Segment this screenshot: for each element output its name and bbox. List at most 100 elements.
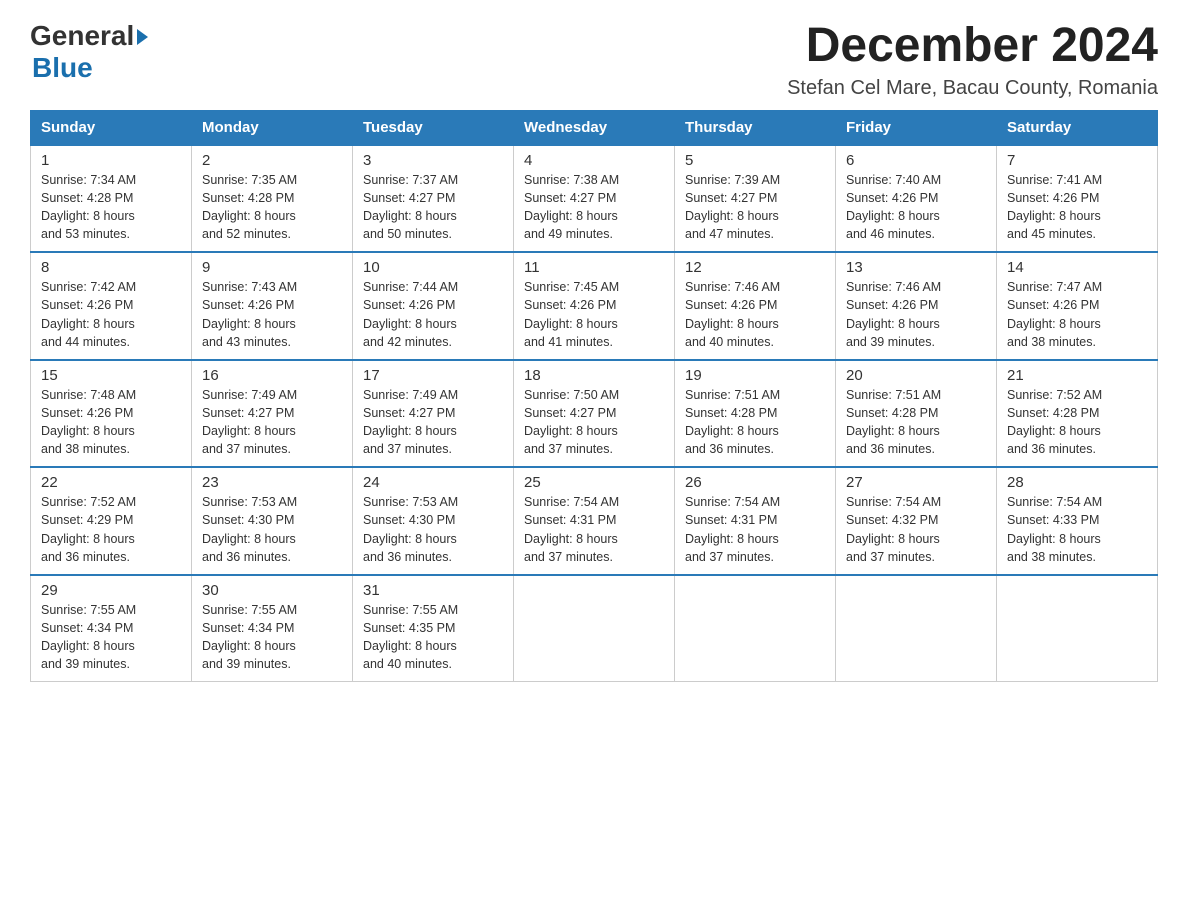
logo-blue-text: Blue bbox=[32, 52, 93, 83]
day-number: 31 bbox=[363, 582, 503, 599]
month-title: December 2024 bbox=[787, 20, 1158, 73]
day-number: 7 bbox=[1007, 152, 1147, 169]
day-number: 8 bbox=[41, 259, 181, 276]
calendar-cell: 3 Sunrise: 7:37 AMSunset: 4:27 PMDayligh… bbox=[353, 145, 514, 253]
logo-general-text: General bbox=[30, 20, 134, 52]
day-info: Sunrise: 7:38 AMSunset: 4:27 PMDaylight:… bbox=[524, 173, 619, 241]
calendar-cell: 8 Sunrise: 7:42 AMSunset: 4:26 PMDayligh… bbox=[31, 252, 192, 360]
day-info: Sunrise: 7:48 AMSunset: 4:26 PMDaylight:… bbox=[41, 388, 136, 456]
day-number: 17 bbox=[363, 367, 503, 384]
day-number: 26 bbox=[685, 474, 825, 491]
calendar-cell: 13 Sunrise: 7:46 AMSunset: 4:26 PMDaylig… bbox=[836, 252, 997, 360]
day-number: 21 bbox=[1007, 367, 1147, 384]
calendar-cell: 31 Sunrise: 7:55 AMSunset: 4:35 PMDaylig… bbox=[353, 575, 514, 682]
calendar-cell: 28 Sunrise: 7:54 AMSunset: 4:33 PMDaylig… bbox=[997, 467, 1158, 575]
day-info: Sunrise: 7:44 AMSunset: 4:26 PMDaylight:… bbox=[363, 280, 458, 348]
calendar-cell: 7 Sunrise: 7:41 AMSunset: 4:26 PMDayligh… bbox=[997, 145, 1158, 253]
calendar-cell: 22 Sunrise: 7:52 AMSunset: 4:29 PMDaylig… bbox=[31, 467, 192, 575]
day-info: Sunrise: 7:51 AMSunset: 4:28 PMDaylight:… bbox=[685, 388, 780, 456]
calendar-cell: 6 Sunrise: 7:40 AMSunset: 4:26 PMDayligh… bbox=[836, 145, 997, 253]
calendar-cell: 18 Sunrise: 7:50 AMSunset: 4:27 PMDaylig… bbox=[514, 360, 675, 468]
day-number: 18 bbox=[524, 367, 664, 384]
page-header: General Blue December 2024 Stefan Cel Ma… bbox=[30, 20, 1158, 100]
day-info: Sunrise: 7:54 AMSunset: 4:31 PMDaylight:… bbox=[524, 495, 619, 563]
day-number: 16 bbox=[202, 367, 342, 384]
day-info: Sunrise: 7:45 AMSunset: 4:26 PMDaylight:… bbox=[524, 280, 619, 348]
calendar-header-thursday: Thursday bbox=[675, 110, 836, 145]
calendar-week-2: 8 Sunrise: 7:42 AMSunset: 4:26 PMDayligh… bbox=[31, 252, 1158, 360]
day-number: 1 bbox=[41, 152, 181, 169]
day-info: Sunrise: 7:55 AMSunset: 4:34 PMDaylight:… bbox=[202, 603, 297, 671]
day-number: 24 bbox=[363, 474, 503, 491]
calendar-body: 1 Sunrise: 7:34 AMSunset: 4:28 PMDayligh… bbox=[31, 145, 1158, 682]
calendar-cell: 1 Sunrise: 7:34 AMSunset: 4:28 PMDayligh… bbox=[31, 145, 192, 253]
day-info: Sunrise: 7:50 AMSunset: 4:27 PMDaylight:… bbox=[524, 388, 619, 456]
calendar-table: SundayMondayTuesdayWednesdayThursdayFrid… bbox=[30, 110, 1158, 683]
calendar-cell: 21 Sunrise: 7:52 AMSunset: 4:28 PMDaylig… bbox=[997, 360, 1158, 468]
day-info: Sunrise: 7:54 AMSunset: 4:31 PMDaylight:… bbox=[685, 495, 780, 563]
day-number: 3 bbox=[363, 152, 503, 169]
day-number: 13 bbox=[846, 259, 986, 276]
day-info: Sunrise: 7:54 AMSunset: 4:33 PMDaylight:… bbox=[1007, 495, 1102, 563]
calendar-week-1: 1 Sunrise: 7:34 AMSunset: 4:28 PMDayligh… bbox=[31, 145, 1158, 253]
day-info: Sunrise: 7:53 AMSunset: 4:30 PMDaylight:… bbox=[202, 495, 297, 563]
day-info: Sunrise: 7:53 AMSunset: 4:30 PMDaylight:… bbox=[363, 495, 458, 563]
calendar-week-5: 29 Sunrise: 7:55 AMSunset: 4:34 PMDaylig… bbox=[31, 575, 1158, 682]
day-info: Sunrise: 7:55 AMSunset: 4:34 PMDaylight:… bbox=[41, 603, 136, 671]
calendar-cell: 2 Sunrise: 7:35 AMSunset: 4:28 PMDayligh… bbox=[192, 145, 353, 253]
day-number: 5 bbox=[685, 152, 825, 169]
day-info: Sunrise: 7:54 AMSunset: 4:32 PMDaylight:… bbox=[846, 495, 941, 563]
calendar-cell: 30 Sunrise: 7:55 AMSunset: 4:34 PMDaylig… bbox=[192, 575, 353, 682]
day-info: Sunrise: 7:52 AMSunset: 4:29 PMDaylight:… bbox=[41, 495, 136, 563]
calendar-cell: 26 Sunrise: 7:54 AMSunset: 4:31 PMDaylig… bbox=[675, 467, 836, 575]
calendar-title-area: December 2024 Stefan Cel Mare, Bacau Cou… bbox=[787, 20, 1158, 100]
day-info: Sunrise: 7:41 AMSunset: 4:26 PMDaylight:… bbox=[1007, 173, 1102, 241]
location-subtitle: Stefan Cel Mare, Bacau County, Romania bbox=[787, 77, 1158, 100]
day-info: Sunrise: 7:42 AMSunset: 4:26 PMDaylight:… bbox=[41, 280, 136, 348]
day-number: 25 bbox=[524, 474, 664, 491]
calendar-cell: 24 Sunrise: 7:53 AMSunset: 4:30 PMDaylig… bbox=[353, 467, 514, 575]
day-number: 30 bbox=[202, 582, 342, 599]
day-info: Sunrise: 7:55 AMSunset: 4:35 PMDaylight:… bbox=[363, 603, 458, 671]
calendar-cell bbox=[836, 575, 997, 682]
day-number: 22 bbox=[41, 474, 181, 491]
day-number: 11 bbox=[524, 259, 664, 276]
day-number: 4 bbox=[524, 152, 664, 169]
day-number: 19 bbox=[685, 367, 825, 384]
calendar-cell: 9 Sunrise: 7:43 AMSunset: 4:26 PMDayligh… bbox=[192, 252, 353, 360]
calendar-cell: 27 Sunrise: 7:54 AMSunset: 4:32 PMDaylig… bbox=[836, 467, 997, 575]
day-number: 15 bbox=[41, 367, 181, 384]
calendar-cell: 5 Sunrise: 7:39 AMSunset: 4:27 PMDayligh… bbox=[675, 145, 836, 253]
day-info: Sunrise: 7:47 AMSunset: 4:26 PMDaylight:… bbox=[1007, 280, 1102, 348]
day-info: Sunrise: 7:46 AMSunset: 4:26 PMDaylight:… bbox=[685, 280, 780, 348]
day-info: Sunrise: 7:46 AMSunset: 4:26 PMDaylight:… bbox=[846, 280, 941, 348]
day-info: Sunrise: 7:49 AMSunset: 4:27 PMDaylight:… bbox=[363, 388, 458, 456]
calendar-cell: 16 Sunrise: 7:49 AMSunset: 4:27 PMDaylig… bbox=[192, 360, 353, 468]
calendar-cell: 15 Sunrise: 7:48 AMSunset: 4:26 PMDaylig… bbox=[31, 360, 192, 468]
day-number: 23 bbox=[202, 474, 342, 491]
calendar-header-saturday: Saturday bbox=[997, 110, 1158, 145]
calendar-cell bbox=[514, 575, 675, 682]
calendar-cell: 10 Sunrise: 7:44 AMSunset: 4:26 PMDaylig… bbox=[353, 252, 514, 360]
day-number: 9 bbox=[202, 259, 342, 276]
day-info: Sunrise: 7:49 AMSunset: 4:27 PMDaylight:… bbox=[202, 388, 297, 456]
day-info: Sunrise: 7:35 AMSunset: 4:28 PMDaylight:… bbox=[202, 173, 297, 241]
calendar-cell bbox=[675, 575, 836, 682]
day-info: Sunrise: 7:34 AMSunset: 4:28 PMDaylight:… bbox=[41, 173, 136, 241]
calendar-cell: 12 Sunrise: 7:46 AMSunset: 4:26 PMDaylig… bbox=[675, 252, 836, 360]
day-info: Sunrise: 7:52 AMSunset: 4:28 PMDaylight:… bbox=[1007, 388, 1102, 456]
day-number: 27 bbox=[846, 474, 986, 491]
day-info: Sunrise: 7:39 AMSunset: 4:27 PMDaylight:… bbox=[685, 173, 780, 241]
calendar-cell: 25 Sunrise: 7:54 AMSunset: 4:31 PMDaylig… bbox=[514, 467, 675, 575]
day-info: Sunrise: 7:37 AMSunset: 4:27 PMDaylight:… bbox=[363, 173, 458, 241]
calendar-week-3: 15 Sunrise: 7:48 AMSunset: 4:26 PMDaylig… bbox=[31, 360, 1158, 468]
calendar-header-monday: Monday bbox=[192, 110, 353, 145]
day-info: Sunrise: 7:51 AMSunset: 4:28 PMDaylight:… bbox=[846, 388, 941, 456]
calendar-header-friday: Friday bbox=[836, 110, 997, 145]
day-number: 10 bbox=[363, 259, 503, 276]
day-number: 14 bbox=[1007, 259, 1147, 276]
calendar-header-wednesday: Wednesday bbox=[514, 110, 675, 145]
calendar-cell: 29 Sunrise: 7:55 AMSunset: 4:34 PMDaylig… bbox=[31, 575, 192, 682]
calendar-header-sunday: Sunday bbox=[31, 110, 192, 145]
calendar-cell: 19 Sunrise: 7:51 AMSunset: 4:28 PMDaylig… bbox=[675, 360, 836, 468]
